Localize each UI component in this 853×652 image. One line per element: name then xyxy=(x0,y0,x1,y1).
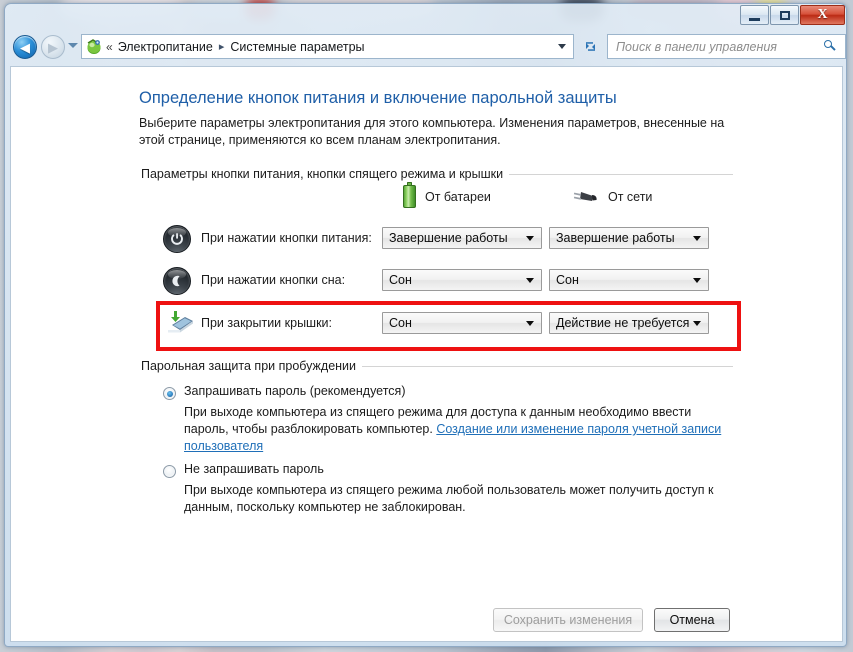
laptop-lid-icon xyxy=(163,308,193,338)
control-panel-window: X ◀ ▶ « Электропитание ▸ Системные парам… xyxy=(4,3,847,647)
radio-no-password[interactable] xyxy=(163,465,176,478)
maximize-button[interactable] xyxy=(770,5,799,25)
combo-power-button-battery-value: Завершение работы xyxy=(389,231,508,245)
close-button[interactable]: X xyxy=(800,5,845,25)
search-input[interactable]: Поиск в панели управления xyxy=(616,40,777,54)
combo-lid-close-battery[interactable]: Сон xyxy=(382,312,542,334)
address-dropdown-icon[interactable] xyxy=(558,44,566,49)
column-header-battery-label: От батареи xyxy=(425,189,491,204)
save-changes-label: Сохранить изменения xyxy=(503,613,633,627)
history-dropdown-icon[interactable] xyxy=(68,43,78,48)
back-arrow-icon: ◀ xyxy=(20,39,30,55)
search-icon xyxy=(824,40,837,53)
page-description: Выберите параметры электропитания для эт… xyxy=(139,116,725,147)
chevron-down-icon xyxy=(526,277,534,283)
content-pane: Определение кнопок питания и включение п… xyxy=(10,66,843,642)
setting-label-sleep-button: При нажатии кнопки сна: xyxy=(201,273,346,287)
combo-lid-close-ac-value: Действие не требуется xyxy=(556,316,690,330)
setting-label-lid-close: При закрытии крышки: xyxy=(201,316,332,330)
refresh-button[interactable] xyxy=(579,35,601,58)
column-header-ac-label: От сети xyxy=(608,190,653,204)
window-controls: X xyxy=(739,5,845,25)
description-require-password: При выходе компьютера из спящего режима … xyxy=(184,404,734,455)
description-no-password: При выходе компьютера из спящего режима … xyxy=(184,483,714,514)
chevron-down-icon xyxy=(693,277,701,283)
chevron-down-icon xyxy=(693,235,701,241)
search-box[interactable]: Поиск в панели управления xyxy=(607,34,846,59)
setting-label-power-button: При нажатии кнопки питания: xyxy=(201,231,372,245)
forward-arrow-icon: ▶ xyxy=(48,39,58,55)
chevron-down-icon xyxy=(693,320,701,326)
minimize-button[interactable] xyxy=(740,5,769,25)
combo-lid-close-battery-value: Сон xyxy=(389,316,412,330)
power-button-icon xyxy=(163,225,193,255)
chevron-down-icon xyxy=(526,235,534,241)
breadcrumb-separator-icon[interactable]: ▸ xyxy=(219,40,225,53)
column-header-battery: От батареи xyxy=(403,182,491,208)
page-title: Определение кнопок питания и включение п… xyxy=(139,89,617,107)
chevron-down-icon xyxy=(526,320,534,326)
window-titlebar[interactable]: X xyxy=(5,4,848,29)
breadcrumb-item-system-settings[interactable]: Системные параметры xyxy=(230,40,364,54)
forward-button[interactable]: ▶ xyxy=(41,35,65,59)
column-header-ac: От сети xyxy=(571,188,652,206)
power-buttons-group-label: Параметры кнопки питания, кнопки спящего… xyxy=(141,167,510,181)
combo-power-button-ac[interactable]: Завершение работы xyxy=(549,227,709,249)
combo-sleep-button-ac[interactable]: Сон xyxy=(549,269,709,291)
cancel-label: Отмена xyxy=(669,613,715,627)
combo-power-button-ac-value: Завершение работы xyxy=(556,231,675,245)
back-button[interactable]: ◀ xyxy=(13,35,37,59)
setting-row-power-button: При нажатии кнопки питания: Завершение р… xyxy=(11,223,842,257)
power-plug-icon xyxy=(571,188,599,206)
combo-lid-close-ac[interactable]: Действие не требуется xyxy=(549,312,709,334)
cancel-button[interactable]: Отмена xyxy=(654,608,730,632)
password-group-label: Парольная защита при пробуждении xyxy=(141,359,363,373)
address-bar[interactable]: « Электропитание ▸ Системные параметры xyxy=(81,34,574,59)
breadcrumb-chevrons[interactable]: « xyxy=(106,40,113,54)
combo-sleep-button-battery[interactable]: Сон xyxy=(382,269,542,291)
radio-label-require-password[interactable]: Запрашивать пароль (рекомендуется) xyxy=(184,384,405,398)
close-icon: X xyxy=(817,7,828,22)
combo-sleep-button-battery-value: Сон xyxy=(389,273,412,287)
breadcrumb-item-power-options[interactable]: Электропитание xyxy=(118,40,213,54)
radio-label-no-password[interactable]: Не запрашивать пароль xyxy=(184,462,324,476)
setting-row-sleep-button: При нажатии кнопки сна: Сон Сон xyxy=(11,265,842,299)
setting-row-lid-close: При закрытии крышки: Сон Действие не тре… xyxy=(11,308,842,342)
save-changes-button[interactable]: Сохранить изменения xyxy=(493,608,643,632)
combo-power-button-battery[interactable]: Завершение работы xyxy=(382,227,542,249)
sleep-button-icon xyxy=(163,267,193,297)
radio-require-password[interactable] xyxy=(163,387,176,400)
navigation-bar: ◀ ▶ « Электропитание ▸ Системные парамет… xyxy=(5,29,848,65)
power-options-icon xyxy=(85,38,103,55)
battery-icon xyxy=(403,182,416,208)
combo-sleep-button-ac-value: Сон xyxy=(556,273,579,287)
refresh-icon xyxy=(585,42,595,51)
